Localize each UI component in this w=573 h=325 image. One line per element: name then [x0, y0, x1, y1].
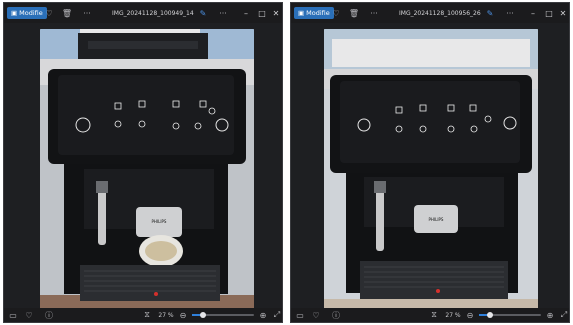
mode-label: Modifie: [19, 9, 43, 17]
fit-icon[interactable]: ⧖: [142, 308, 152, 322]
panel-brand-text: PHILIPS: [152, 219, 167, 224]
fit-icon[interactable]: ⧖: [429, 308, 439, 322]
minimize-icon[interactable]: –: [527, 3, 539, 23]
heart-icon[interactable]: ♡: [311, 308, 321, 322]
file-name: IMG_20241128_100956_2610_5p: [399, 9, 481, 17]
mode-button[interactable]: ▣ Modifie: [294, 7, 334, 19]
display-icon[interactable]: ▭: [295, 308, 305, 322]
title-bar: ▣ Modifie ♡ 🗑 ··· IMG_20241128_100949_14…: [4, 3, 282, 23]
zoom-in-icon[interactable]: ⊕: [545, 308, 555, 322]
photo-viewer-window-left: ▣ Modifie ♡ 🗑 ··· IMG_20241128_100949_14…: [3, 2, 283, 323]
more-icon[interactable]: ···: [82, 3, 92, 23]
heart-icon[interactable]: ♡: [331, 3, 341, 23]
zoom-slider-knob[interactable]: [487, 312, 493, 318]
image-icon: ▣: [11, 9, 18, 17]
image-canvas: PHILIPS: [291, 23, 569, 309]
edit-icon[interactable]: ✎: [485, 3, 495, 23]
fullscreen-icon[interactable]: ⤢: [559, 308, 569, 322]
info-icon[interactable]: ⓘ: [331, 308, 341, 322]
close-icon[interactable]: ✕: [557, 3, 569, 23]
zoom-out-icon[interactable]: ⊖: [178, 308, 188, 322]
more-icon[interactable]: ···: [369, 3, 379, 23]
coffee-machine-photo: PHILIPS: [40, 29, 254, 309]
title-bar: ▣ Modifie ♡ 🗑 ··· IMG_20241128_100956_26…: [291, 3, 569, 23]
fullscreen-icon[interactable]: ⤢: [272, 308, 282, 322]
trash-icon[interactable]: 🗑: [62, 3, 72, 23]
heart-icon[interactable]: ♡: [44, 3, 54, 23]
maximize-icon[interactable]: □: [256, 3, 268, 23]
zoom-slider-knob[interactable]: [200, 312, 206, 318]
coffee-machine-photo: PHILIPS: [324, 29, 538, 309]
more-icon[interactable]: ···: [218, 3, 228, 23]
trash-icon[interactable]: 🗑: [349, 3, 359, 23]
image-icon: ▣: [298, 9, 305, 17]
zoom-level: 27 %: [158, 311, 174, 319]
zoom-out-icon[interactable]: ⊖: [465, 308, 475, 322]
photo-viewer-window-right: ▣ Modifie ♡ 🗑 ··· IMG_20241128_100956_26…: [290, 2, 570, 323]
zoom-level: 27 %: [445, 311, 461, 319]
more-icon[interactable]: ···: [505, 3, 515, 23]
heart-icon[interactable]: ♡: [24, 308, 34, 322]
close-icon[interactable]: ✕: [270, 3, 282, 23]
file-name: IMG_20241128_100949_1452_s: [112, 9, 194, 17]
mode-label: Modifie: [306, 9, 330, 17]
maximize-icon[interactable]: □: [543, 3, 555, 23]
edit-icon[interactable]: ✎: [198, 3, 208, 23]
zoom-in-icon[interactable]: ⊕: [258, 308, 268, 322]
status-bar: ▭ ♡ ⓘ ⧖ 27 % ⊖ ⊕ ⤢: [4, 308, 282, 322]
mode-button[interactable]: ▣ Modifie: [7, 7, 47, 19]
minimize-icon[interactable]: –: [240, 3, 252, 23]
image-canvas: PHILIPS: [4, 23, 282, 309]
display-icon[interactable]: ▭: [8, 308, 18, 322]
info-icon[interactable]: ⓘ: [44, 308, 54, 322]
status-bar: ▭ ♡ ⓘ ⧖ 27 % ⊖ ⊕ ⤢: [291, 308, 569, 322]
panel-brand-text: PHILIPS: [429, 217, 444, 222]
